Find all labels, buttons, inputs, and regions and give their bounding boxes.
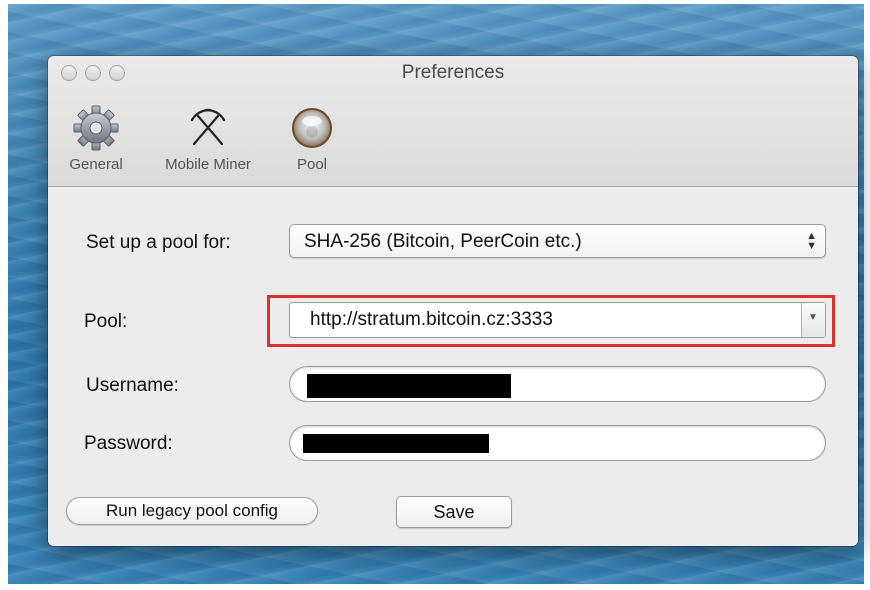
pool-url-dropdown-button[interactable]: ▼ — [801, 303, 825, 337]
pool-settings-panel: Set up a pool for: SHA-256 (Bitcoin, Pee… — [48, 187, 858, 546]
preferences-window: Preferences General Mobile Miner Pool Se… — [48, 56, 858, 546]
pool-url-combobox[interactable]: http://stratum.bitcoin.cz:3333 ▼ — [289, 302, 826, 338]
select-stepper-icon: ▲ ▼ — [806, 230, 817, 252]
window-title: Preferences — [401, 62, 505, 83]
pool-label: Pool: — [84, 311, 128, 332]
password-redaction — [303, 434, 489, 453]
password-field[interactable] — [289, 425, 826, 461]
setup-pool-label: Set up a pool for: — [86, 232, 231, 253]
gear-icon — [73, 105, 119, 151]
pickaxes-icon — [190, 108, 226, 146]
username-redaction — [307, 374, 511, 398]
save-button[interactable]: Save — [396, 496, 512, 528]
toolbar-item-mobile-miner[interactable]: Mobile Miner — [148, 104, 268, 173]
toolbar-item-label: Mobile Miner — [165, 156, 251, 173]
window-titlebar-toolbar: Preferences General Mobile Miner Pool — [48, 56, 858, 187]
toolbar-item-label: Pool — [296, 156, 328, 173]
toolbar-item-pool[interactable]: Pool — [284, 104, 340, 173]
pool-sphere-icon — [292, 108, 332, 148]
password-label: Password: — [84, 433, 173, 454]
run-legacy-pool-config-button[interactable]: Run legacy pool config — [66, 497, 318, 525]
algorithm-select[interactable]: SHA-256 (Bitcoin, PeerCoin etc.) ▲ ▼ — [289, 224, 826, 258]
toolbar-item-general[interactable]: General — [60, 104, 132, 173]
username-label: Username: — [86, 375, 179, 396]
chevron-down-icon: ▼ — [808, 312, 818, 323]
pool-url-value: http://stratum.bitcoin.cz:3333 — [310, 309, 553, 330]
algorithm-select-value: SHA-256 (Bitcoin, PeerCoin etc.) — [304, 231, 582, 252]
username-field[interactable] — [289, 366, 826, 402]
toolbar-item-label: General — [69, 156, 123, 173]
